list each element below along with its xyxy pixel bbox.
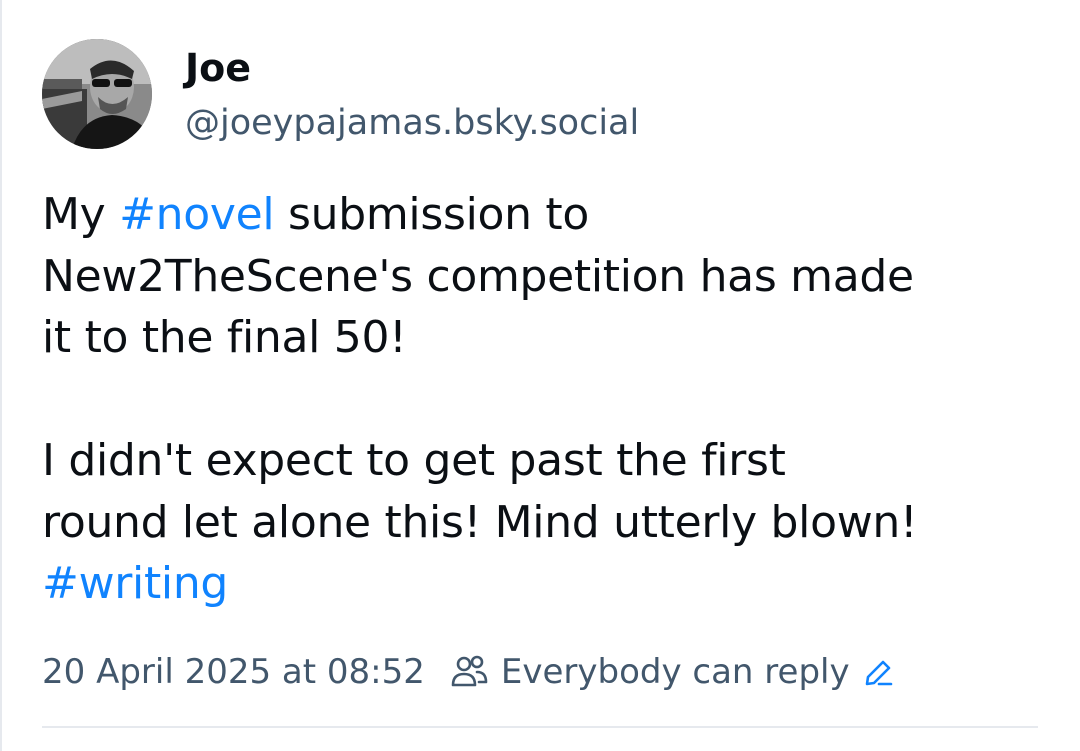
people-icon [449, 652, 489, 692]
author-name[interactable]: Joe [185, 44, 251, 92]
post-thread-item: Joe @joeypajamas.bsky.social My #novel s… [0, 0, 1080, 751]
avatar[interactable] [42, 39, 152, 149]
hashtag-link[interactable]: #writing [42, 558, 228, 609]
pencil-icon[interactable] [862, 655, 896, 689]
post-text-segment: I didn't expect to get past the first [42, 435, 786, 486]
post-text-line [42, 369, 1042, 431]
post-text-segment: round let alone this! Mind utterly blown… [42, 496, 918, 548]
post-text-segment: My [42, 189, 120, 240]
post-text-segment: it to the final 50! [42, 312, 407, 363]
post-text-line: round let alone this! Mind utterly blown… [42, 492, 1042, 554]
post-text-segment: submission to [274, 189, 589, 240]
post-meta: 20 April 2025 at 08:52 Everybody can rep… [42, 648, 896, 696]
post-timestamp: 20 April 2025 at 08:52 [42, 652, 425, 692]
post-text-segment: New2TheScene's competition has made [42, 250, 914, 302]
post-text-line: I didn't expect to get past the first [42, 430, 1042, 492]
post-text-line: #writing [42, 553, 1042, 615]
avatar-image [42, 39, 152, 149]
hashtag-link[interactable]: #novel [119, 189, 275, 240]
post-text-line: it to the final 50! [42, 307, 1042, 369]
reply-setting-label[interactable]: Everybody can reply [501, 652, 850, 692]
author-handle[interactable]: @joeypajamas.bsky.social [185, 100, 639, 146]
divider [42, 726, 1038, 728]
post-text: My #novel submission to New2TheScene's co… [42, 184, 1042, 615]
post-text-line: New2TheScene's competition has made [42, 246, 1042, 308]
post-text-line: My #novel submission to [42, 184, 1042, 246]
